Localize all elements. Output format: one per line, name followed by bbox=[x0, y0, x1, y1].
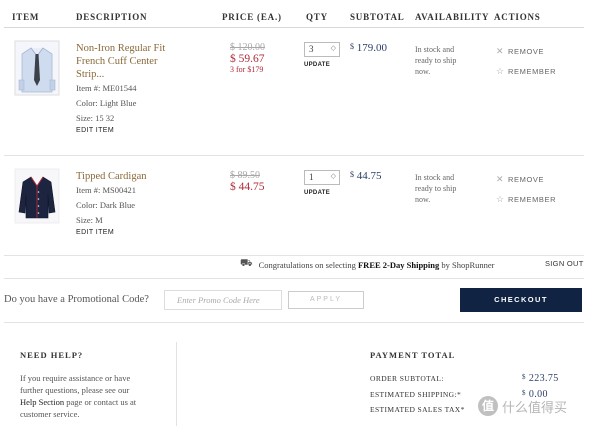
stepper-arrows-icon: ◇ bbox=[330, 172, 336, 180]
cardigan-thumbnail[interactable] bbox=[14, 168, 60, 224]
update-link[interactable]: UPDATE bbox=[304, 62, 340, 68]
original-price: $ 120.00 bbox=[230, 42, 265, 53]
item-size: Size: M bbox=[76, 215, 103, 225]
star-icon: ☆ bbox=[496, 65, 505, 76]
product-name-link[interactable]: Tipped Cardigan bbox=[76, 170, 206, 183]
cardigan-availability: In stock and ready to ship now. bbox=[415, 173, 457, 204]
close-icon: ✕ bbox=[496, 173, 505, 184]
shoprunner-message: ⛟ Congratulations on selecting FREE 2-Da… bbox=[240, 258, 495, 270]
truck-icon: ⛟ bbox=[240, 258, 253, 269]
item-color: Color: Light Blue bbox=[76, 98, 137, 108]
remember-button[interactable]: ☆ REMEMBER bbox=[496, 64, 556, 78]
watermark-logo-icon: 值 bbox=[478, 396, 498, 416]
remove-button[interactable]: ✕ REMOVE bbox=[496, 172, 556, 186]
header-item: ITEM bbox=[12, 12, 40, 22]
header-price: PRICE (EA.) bbox=[222, 12, 282, 22]
cardigan-actions: ✕ REMOVE ☆ REMEMBER bbox=[496, 172, 556, 212]
product-name-link[interactable]: Non-Iron Regular Fit French Cuff Center … bbox=[76, 42, 206, 81]
sale-price: $ 44.75 bbox=[230, 181, 265, 193]
cardigan-qty: 1 ◇ UPDATE bbox=[304, 170, 340, 196]
shirt-actions: ✕ REMOVE ☆ REMEMBER bbox=[496, 44, 556, 84]
need-help-title: NEED HELP? bbox=[20, 350, 84, 360]
cart-header-row: ITEM DESCRIPTION PRICE (EA.) QTY SUBTOTA… bbox=[4, 6, 584, 28]
apply-button[interactable]: APPLY bbox=[288, 291, 364, 309]
item-number: Item #: ME01544 bbox=[76, 83, 137, 93]
watermark: 值 什么值得买 bbox=[478, 396, 567, 416]
edit-item-link[interactable]: EDIT ITEM bbox=[76, 127, 206, 134]
remember-button[interactable]: ☆ REMEMBER bbox=[496, 192, 556, 206]
promo-label: Do you have a Promotional Code? bbox=[4, 294, 149, 305]
divider bbox=[4, 278, 584, 279]
shirt-availability: In stock and ready to ship now. bbox=[415, 45, 457, 76]
vertical-divider bbox=[176, 342, 177, 426]
update-link[interactable]: UPDATE bbox=[304, 190, 340, 196]
order-subtotal-row: ORDER SUBTOTAL: $ 223.75 bbox=[370, 373, 559, 384]
cardigan-subtotal: $ 44.75 bbox=[350, 170, 382, 182]
shirt-description: Non-Iron Regular Fit French Cuff Center … bbox=[76, 42, 206, 134]
header-qty: QTY bbox=[306, 12, 328, 22]
need-help-text: If you require assistance or have furthe… bbox=[20, 373, 137, 419]
header-description: DESCRIPTION bbox=[76, 12, 148, 22]
sign-out-link[interactable]: SIGN OUT bbox=[545, 259, 584, 268]
edit-item-link[interactable]: EDIT ITEM bbox=[76, 229, 206, 236]
shirt-qty: 3 ◇ UPDATE bbox=[304, 42, 340, 68]
sale-price: $ 59.67 bbox=[230, 53, 265, 65]
multi-buy-deal: 3 for $179 bbox=[230, 65, 264, 74]
item-size: Size: 15 32 bbox=[76, 113, 115, 123]
stepper-arrows-icon: ◇ bbox=[330, 44, 336, 52]
help-section-link[interactable]: Help Section bbox=[20, 397, 64, 407]
cardigan-price: $ 89.50 $ 44.75 bbox=[230, 170, 265, 193]
header-subtotal: SUBTOTAL bbox=[350, 12, 405, 22]
quantity-select[interactable]: 3 ◇ bbox=[304, 42, 340, 57]
cart-row-shirt: Non-Iron Regular Fit French Cuff Center … bbox=[4, 28, 584, 156]
cardigan-description: Tipped Cardigan Item #: MS00421 Color: D… bbox=[76, 170, 206, 236]
original-price: $ 89.50 bbox=[230, 170, 260, 181]
star-icon: ☆ bbox=[496, 193, 505, 204]
shirt-thumbnail[interactable] bbox=[14, 40, 60, 96]
quantity-select[interactable]: 1 ◇ bbox=[304, 170, 340, 185]
shirt-subtotal: $ 179.00 bbox=[350, 42, 387, 54]
header-availability: AVAILABILITY bbox=[415, 12, 490, 22]
header-actions: ACTIONS bbox=[494, 12, 541, 22]
close-icon: ✕ bbox=[496, 45, 505, 56]
divider bbox=[4, 322, 584, 323]
shirt-price: $ 120.00 $ 59.67 3 for $179 bbox=[230, 42, 265, 74]
promo-code-input[interactable]: Enter Promo Code Here bbox=[164, 290, 282, 310]
item-color: Color: Dark Blue bbox=[76, 200, 136, 210]
item-number: Item #: MS00421 bbox=[76, 185, 136, 195]
cart-row-cardigan: Tipped Cardigan Item #: MS00421 Color: D… bbox=[4, 156, 584, 256]
checkout-button[interactable]: CHECKOUT bbox=[460, 288, 582, 312]
payment-total-title: PAYMENT TOTAL bbox=[370, 350, 456, 360]
remove-button[interactable]: ✕ REMOVE bbox=[496, 44, 556, 58]
